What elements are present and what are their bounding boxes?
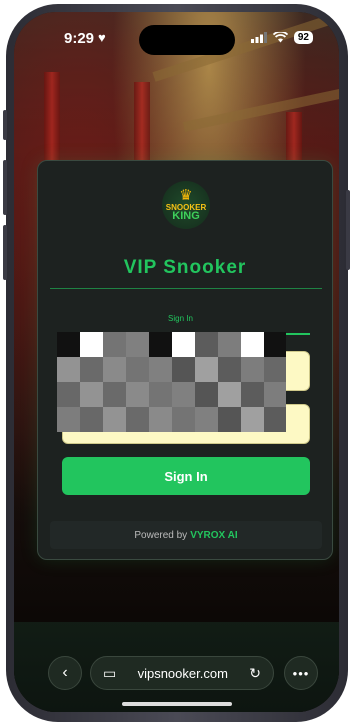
redaction-tile [264, 407, 286, 432]
status-bar: 9:29 ♥ 92 [14, 25, 339, 55]
action-button [3, 110, 7, 140]
redaction-tile [241, 407, 265, 432]
redaction-tile [218, 407, 242, 432]
redaction-tile [264, 357, 286, 382]
title-divider [50, 288, 322, 289]
more-button[interactable]: ••• [284, 656, 318, 690]
redaction-tile [57, 407, 81, 432]
redaction-tile [126, 407, 150, 432]
redaction-tile [241, 357, 265, 382]
redaction-tile [149, 382, 173, 407]
status-icons: 92 [250, 31, 313, 44]
snooker-king-logo: ♛ SNOOKER KING [162, 181, 210, 229]
reload-icon[interactable]: ↻ [249, 665, 261, 682]
crown-icon: ♛ [179, 187, 193, 204]
redaction-tile [103, 407, 127, 432]
redaction-tile [103, 332, 127, 357]
redaction-tile [264, 382, 286, 407]
redaction-tile [57, 357, 81, 382]
redaction-tile [172, 357, 196, 382]
power-button [346, 190, 350, 270]
redaction-tile [80, 357, 104, 382]
signal-icon [250, 32, 267, 43]
red-pillar [134, 82, 150, 172]
redaction-tile [195, 332, 219, 357]
redaction-tile [103, 382, 127, 407]
screen: 9:29 ♥ 92 ♛ SNOOKER KING VIP Snooker Sig… [14, 12, 339, 712]
more-icon: ••• [292, 665, 310, 681]
heart-icon: ♥ [98, 30, 106, 45]
redaction-tile [172, 407, 196, 432]
redaction-tile [218, 332, 242, 357]
redaction-tile [241, 332, 265, 357]
chevron-left-icon: ‹ [62, 664, 68, 681]
redaction-tile [264, 332, 286, 357]
redaction-tile [218, 382, 242, 407]
redaction-tile [80, 407, 104, 432]
address-bar[interactable]: ▭ vipsnooker.com ↻ [90, 656, 274, 690]
dynamic-island [139, 25, 235, 55]
redaction-tile [149, 407, 173, 432]
footer-prefix: Powered by [134, 529, 188, 541]
redaction-tile [241, 382, 265, 407]
tab-sign-in[interactable]: Sign In [168, 314, 193, 323]
page-title: VIP Snooker [123, 257, 247, 278]
redaction-tile [126, 332, 150, 357]
redaction-tile [195, 382, 219, 407]
sign-in-button[interactable]: Sign In [62, 457, 310, 495]
redaction-tile [103, 357, 127, 382]
redaction-tile [57, 382, 81, 407]
redaction-tile [218, 357, 242, 382]
wifi-icon [272, 32, 288, 43]
clock: 9:29 [64, 30, 95, 47]
redaction-tile [195, 407, 219, 432]
volume-down-button [3, 225, 7, 280]
redaction-tile [80, 332, 104, 357]
redaction-tile [149, 357, 173, 382]
browser-toolbar: ‹ ▭ vipsnooker.com ↻ ••• [14, 622, 339, 712]
redaction-tile [172, 332, 196, 357]
redaction-tile [195, 357, 219, 382]
battery-indicator: 92 [293, 31, 313, 44]
footer-brand[interactable]: VYROX AI [190, 530, 237, 541]
redacted-region [57, 332, 286, 432]
redaction-tile [126, 357, 150, 382]
redaction-tile [80, 382, 104, 407]
home-indicator [122, 702, 232, 706]
powered-by-footer: Powered by VYROX AI [50, 521, 322, 549]
redaction-tile [149, 332, 173, 357]
redaction-tile [126, 382, 150, 407]
volume-up-button [3, 160, 7, 215]
redaction-tile [57, 332, 81, 357]
url-text: vipsnooker.com [137, 665, 228, 681]
redaction-tile [172, 382, 196, 407]
back-button[interactable]: ‹ [48, 656, 82, 690]
logo-line2: KING [172, 210, 200, 222]
tabs-icon: ▭ [103, 664, 117, 681]
